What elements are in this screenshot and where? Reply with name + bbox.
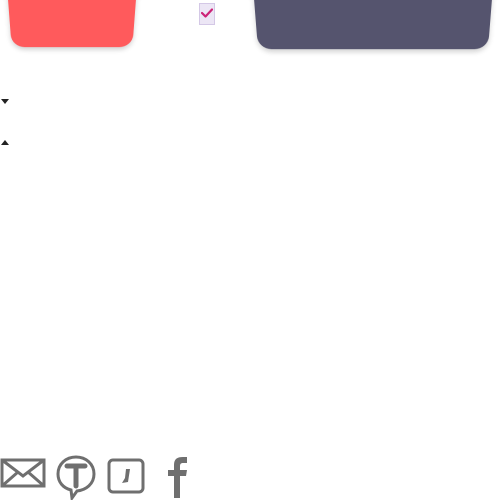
t-speech-bubble-icon[interactable]: [55, 454, 97, 500]
tab-red[interactable]: [7, 0, 137, 48]
facebook-icon[interactable]: [160, 454, 194, 500]
triangle-up-icon[interactable]: [1, 139, 9, 145]
triangle-down-icon[interactable]: [1, 99, 9, 105]
checkbox[interactable]: [199, 3, 215, 25]
share-bar: [0, 454, 210, 500]
checkmark-icon: [201, 8, 213, 18]
tab-purple[interactable]: [253, 0, 493, 50]
comma-square-icon[interactable]: [107, 454, 147, 494]
mail-icon[interactable]: [0, 454, 46, 488]
